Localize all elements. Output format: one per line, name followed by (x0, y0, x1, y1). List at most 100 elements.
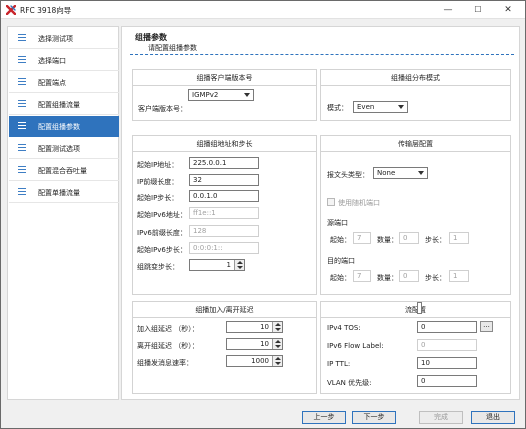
list-icon (18, 166, 26, 174)
tos-browse-button[interactable]: ... (480, 321, 493, 332)
finish-button[interactable]: 完成 (419, 411, 463, 424)
src-count-input[interactable]: 0 (399, 232, 419, 244)
minimize-button[interactable]: — (433, 1, 463, 18)
header-type-select[interactable]: None (373, 167, 428, 179)
src-step-input[interactable]: 1 (449, 232, 469, 244)
mode-value: Even (357, 103, 375, 111)
leave-delay-label: 离开组延迟 （秒）： (137, 342, 199, 350)
ipv6-start-input[interactable]: ff1e::1 (189, 207, 259, 219)
chevron-down-icon (418, 171, 424, 175)
stepper-buttons[interactable] (272, 339, 282, 349)
panel-title: 组播客户端版本号 (133, 70, 316, 86)
src-count-label: 数量： (377, 236, 398, 244)
tos-input-shim (417, 302, 422, 314)
random-port-label: 使用随机端口 (338, 199, 380, 207)
stepper-buttons[interactable] (272, 322, 282, 332)
sidebar-item-endpoints[interactable]: 配置端点 (9, 72, 119, 93)
prev-button[interactable]: 上一步 (302, 411, 346, 424)
dst-port-label: 目的端口 (327, 257, 355, 265)
list-icon (18, 34, 26, 42)
flow-label-input[interactable]: 0 (417, 339, 477, 351)
message-rate-stepper[interactable]: 1000 (226, 355, 283, 367)
ip-step-input[interactable]: 0.0.1.0 (189, 190, 259, 202)
sidebar-item-select-test[interactable]: 选择测试项 (9, 28, 119, 49)
src-start-input[interactable]: 7 (353, 232, 371, 244)
dst-count-label: 数量： (377, 274, 398, 282)
src-step-label: 步长： (425, 236, 446, 244)
leave-delay-stepper[interactable]: 10 (226, 338, 283, 350)
dst-step-label: 步长： (425, 274, 446, 282)
message-rate-value: 1000 (251, 357, 269, 365)
client-version-label: 客户端版本号： (138, 105, 187, 113)
random-port-checkbox[interactable] (327, 198, 335, 206)
panel-title: 流配置 (321, 302, 510, 318)
list-icon (18, 122, 26, 130)
ipv4-start-input[interactable]: 225.0.0.1 (189, 157, 259, 169)
panel-title: 传输层配置 (321, 136, 510, 152)
panel-title: 组播加入/离开延迟 (133, 302, 316, 318)
stepper-buttons[interactable] (272, 356, 282, 366)
leave-delay-value: 10 (260, 340, 269, 348)
sidebar-item-label: 配置混合吞吐量 (38, 167, 87, 175)
src-start-label: 起始： (330, 236, 351, 244)
sidebar-item-select-port[interactable]: 选择端口 (9, 50, 119, 71)
sidebar-item-label: 选择端口 (38, 57, 66, 65)
header-type-label: 报文头类型： (327, 171, 369, 179)
sidebar-item-multicast-traffic[interactable]: 配置组播流量 (9, 94, 119, 115)
next-button[interactable]: 下一步 (352, 411, 396, 424)
stepper-buttons[interactable] (234, 260, 244, 270)
sidebar-item-label: 配置端点 (38, 79, 66, 87)
vlan-priority-label: VLAN 优先级: (327, 379, 372, 387)
sidebar-item-label: 配置单播流量 (38, 189, 80, 197)
sidebar-item-label: 配置测试选项 (38, 145, 80, 153)
client-version-select[interactable]: IGMPv2 (188, 89, 254, 101)
group-step-value: 1 (226, 261, 231, 269)
header-type-value: None (377, 169, 396, 177)
join-delay-value: 10 (260, 323, 269, 331)
prefix-label: IP前缀长度： (137, 178, 179, 186)
sidebar-item-test-options[interactable]: 配置测试选项 (9, 138, 119, 159)
sidebar-item-label: 配置组播参数 (38, 123, 80, 131)
prefix-input[interactable]: 32 (189, 174, 259, 186)
sidebar-item-label: 配置组播流量 (38, 101, 80, 109)
dst-count-input[interactable]: 0 (399, 270, 419, 282)
group-step-stepper[interactable]: 1 (189, 259, 245, 271)
dst-step-input[interactable]: 1 (449, 270, 469, 282)
ipv6-prefix-label: IPv6前缀长度： (137, 229, 187, 237)
page-subtitle: 请配置组播参数 (148, 44, 197, 52)
panel-title: 组播组地址和步长 (133, 136, 316, 152)
ipv6-step-label: 起始IPv6步长： (137, 246, 187, 254)
app-logo-icon (6, 5, 16, 15)
wizard-window: RFC 3918向导 — ☐ ✕ 选择测试项 选择端口 配置端点 配置组播流量 … (0, 0, 526, 429)
tos-input[interactable]: 0 (417, 321, 477, 333)
list-icon (18, 56, 26, 64)
flow-panel: 流配置 IPv4 TOS: 0 ... IPv6 Flow Label: 0 I… (320, 301, 511, 394)
mode-select[interactable]: Even (353, 101, 408, 113)
panel-title: 组播组分布模式 (321, 70, 510, 86)
close-button[interactable]: ✕ (493, 1, 523, 18)
ttl-input[interactable]: 10 (417, 357, 477, 369)
sidebar-item-multicast-params[interactable]: 配置组播参数 (9, 116, 119, 137)
ipv4-start-label: 起始IP地址： (137, 161, 179, 169)
vlan-priority-input[interactable]: 0 (417, 375, 477, 387)
ipv6-step-input[interactable]: 0:0:0:1:: (189, 242, 259, 254)
client-version-value: IGMPv2 (192, 91, 219, 99)
sidebar-item-mixed-throughput[interactable]: 配置混合吞吐量 (9, 160, 119, 181)
join-delay-stepper[interactable]: 10 (226, 321, 283, 333)
ipv6-prefix-input[interactable]: 128 (189, 225, 259, 237)
main-content: 组播参数 请配置组播参数 组播客户端版本号 客户端版本号： IGMPv2 组播组… (121, 26, 520, 400)
maximize-button[interactable]: ☐ (463, 1, 493, 18)
dst-start-input[interactable]: 7 (353, 270, 371, 282)
ip-step-label: 起始IP步长： (137, 194, 179, 202)
exit-button[interactable]: 退出 (471, 411, 515, 424)
client-version-panel: 组播客户端版本号 客户端版本号： IGMPv2 (132, 69, 317, 121)
address-panel: 组播组地址和步长 起始IP地址： 225.0.0.1 IP前缀长度： 32 起始… (132, 135, 317, 295)
sidebar-item-unicast-traffic[interactable]: 配置单播流量 (9, 182, 119, 203)
list-icon (18, 188, 26, 196)
group-step-label: 组跳变步长： (137, 263, 179, 271)
ipv6-start-label: 起始IPv6地址： (137, 211, 187, 219)
chevron-down-icon (244, 93, 250, 97)
list-icon (18, 78, 26, 86)
window-title: RFC 3918向导 (20, 6, 72, 15)
header-divider (130, 54, 514, 55)
